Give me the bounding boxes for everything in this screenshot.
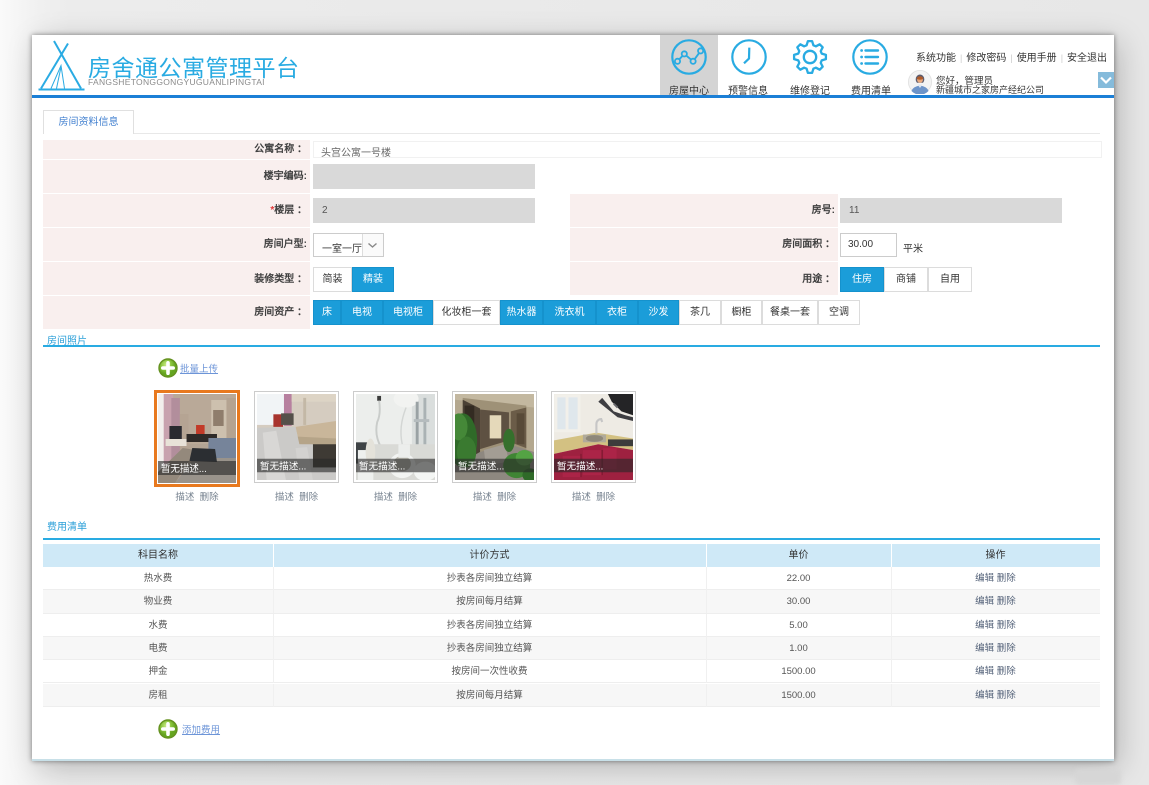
svg-text:暂无描述...: 暂无描述... (359, 460, 405, 472)
svg-text:暂无描述...: 暂无描述... (458, 460, 504, 472)
svg-text:暂无描述...: 暂无描述... (557, 460, 603, 472)
svg-text:暂无描述...: 暂无描述... (260, 460, 306, 472)
svg-text:暂无描述...: 暂无描述... (161, 462, 207, 475)
